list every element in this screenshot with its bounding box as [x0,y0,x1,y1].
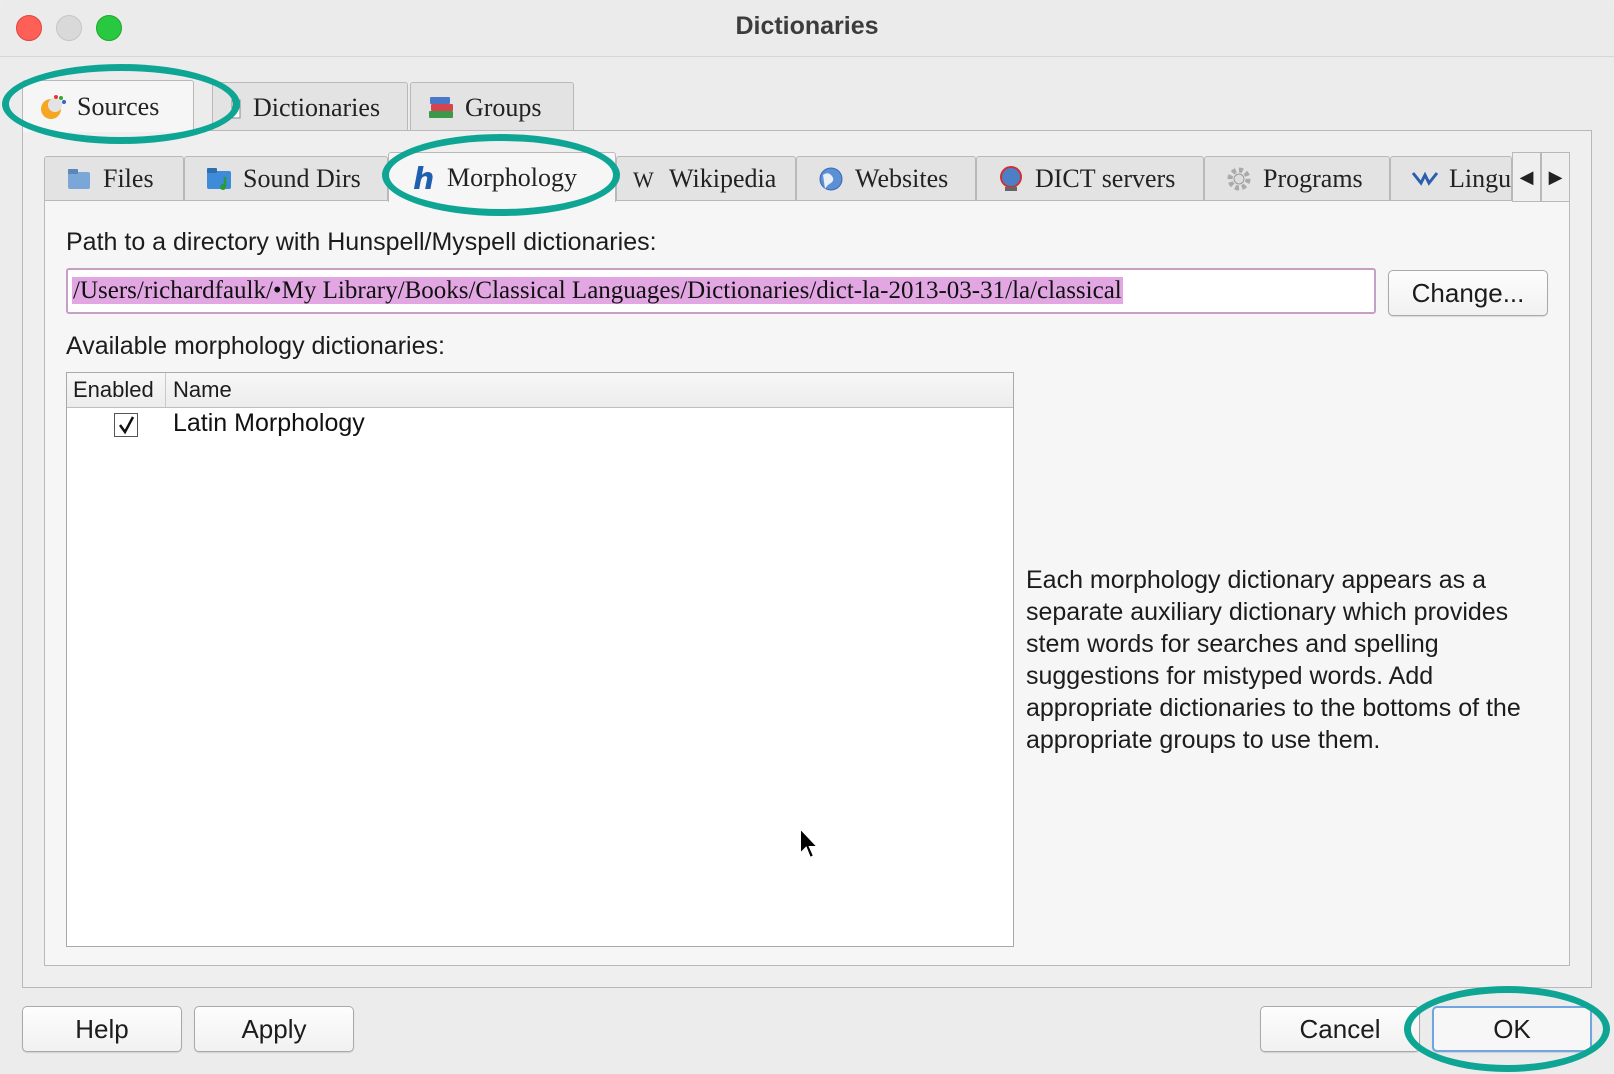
apply-button[interactable]: Apply [194,1006,354,1052]
morphology-icon: h [409,162,437,197]
column-enabled[interactable]: Enabled [73,377,154,403]
chevron-right-icon: ▶ [1548,166,1563,187]
tab-lingua[interactable]: Lingu [1390,156,1512,201]
title-bar: Dictionaries [0,0,1614,57]
tab-dictionaries-label: Dictionaries [253,92,381,122]
lingua-icon [1411,165,1439,193]
tab-scroll-left-button[interactable]: ◀ [1512,152,1541,202]
sound-dirs-icon [205,165,233,193]
table-header: Enabled Name [67,373,1013,408]
tab-dictionaries[interactable]: Dictionaries [212,82,408,132]
table-row[interactable]: Latin Morphology [67,407,1013,447]
tab-dict-servers-label: DICT servers [1035,164,1176,193]
path-label: Path to a directory with Hunspell/Myspel… [66,228,657,256]
tab-groups[interactable]: Groups [410,82,574,132]
tab-programs[interactable]: Programs [1204,156,1390,201]
dictionary-name: Latin Morphology [173,409,365,437]
tab-sources[interactable]: Sources [22,80,194,132]
path-input-value: /Users/richardfaulk/•My Library/Books/Cl… [72,277,1123,304]
dictionaries-window: Dictionaries Sources Dictionaries Groups… [0,0,1614,1074]
ok-button[interactable]: OK [1432,1006,1592,1052]
change-button[interactable]: Change... [1388,270,1548,316]
window-title: Dictionaries [735,12,879,40]
cancel-button[interactable]: Cancel [1260,1006,1420,1052]
available-label: Available morphology dictionaries: [66,332,445,360]
svg-text:W: W [633,167,654,192]
tab-programs-label: Programs [1263,164,1363,193]
globe-icon [817,165,845,193]
dict-servers-icon [997,165,1025,193]
chevron-left-icon: ◀ [1519,166,1534,187]
tab-files[interactable]: Files [44,156,184,201]
tab-wikipedia-label: Wikipedia [669,164,777,193]
tab-sources-label: Sources [77,91,160,121]
enabled-checkbox[interactable] [114,413,138,437]
wikipedia-icon: W [631,165,659,193]
groups-icon [427,94,455,122]
morphology-table: Enabled Name Latin Morphology [66,372,1014,947]
column-name[interactable]: Name [173,377,232,403]
gear-icon [1225,165,1253,193]
svg-text:h: h [413,164,434,192]
tab-wikipedia[interactable]: W Wikipedia [616,156,796,201]
tab-lingua-label: Lingu [1449,164,1512,193]
dictionaries-icon [229,94,243,122]
tab-groups-label: Groups [465,92,542,122]
tab-sound-dirs[interactable]: Sound Dirs [184,156,388,201]
tab-scroll-buttons: ◀ ▶ [1512,152,1572,204]
tab-morphology[interactable]: h Morphology [388,152,616,202]
tab-morphology-label: Morphology [447,162,577,192]
column-separator [165,373,166,407]
tab-websites[interactable]: Websites [796,156,976,201]
mouse-cursor-icon [799,826,820,860]
files-icon [65,165,93,193]
tab-websites-label: Websites [855,164,949,193]
help-button[interactable]: Help [22,1006,182,1052]
tab-dict-servers[interactable]: DICT servers [976,156,1204,201]
sources-icon [39,93,67,121]
morphology-description: Each morphology dictionary appears as a … [1026,566,1521,754]
tab-scroll-right-button[interactable]: ▶ [1541,152,1570,202]
path-input[interactable]: /Users/richardfaulk/•My Library/Books/Cl… [66,268,1376,314]
tab-files-label: Files [103,164,154,193]
tab-sound-dirs-label: Sound Dirs [243,164,361,193]
checkmark-icon [118,416,135,435]
